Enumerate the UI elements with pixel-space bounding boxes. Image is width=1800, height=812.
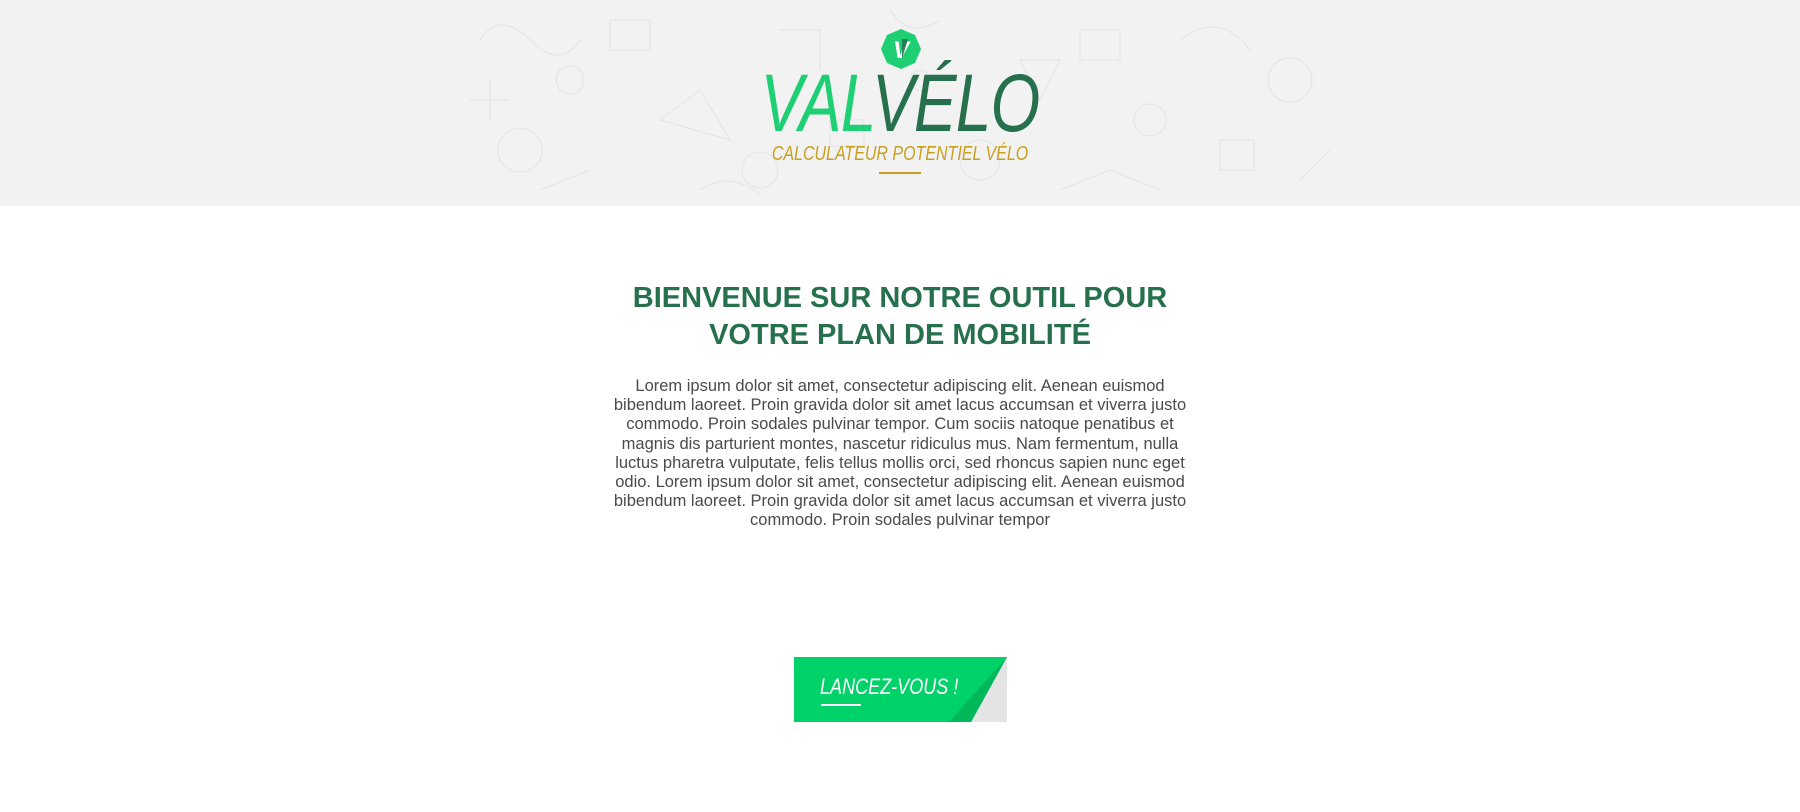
brand-subtitle: CALCULATEUR POTENTIEL VÉLO [771, 143, 1029, 165]
intro-paragraph: Lorem ipsum dolor sit amet, consectetur … [613, 377, 1187, 530]
launch-button-underline [821, 704, 861, 706]
subtitle-divider [879, 172, 921, 174]
page-title-line-1: BIENVENUE SUR NOTRE OUTIL POUR [632, 282, 1168, 314]
landing-page: V VALVÉLO CALCULATEUR POTENTIEL VÉLO BIE… [0, 0, 1800, 812]
launch-button-label: LANCEZ-VOUS ! [820, 674, 959, 699]
page-title-line-2: VOTRE PLAN DE MOBILITÉ [709, 319, 1091, 351]
brand-wordmark[interactable]: VALVÉLO [198, 62, 1602, 146]
launch-button[interactable]: LANCEZ-VOUS ! [794, 657, 1007, 722]
page-title: BIENVENUE SUR NOTRE OUTIL POUR VOTRE PLA… [600, 280, 1200, 354]
brand-part-val: VAL [760, 58, 872, 149]
brand-part-velo: VÉLO [871, 58, 1040, 149]
header-banner: V VALVÉLO CALCULATEUR POTENTIEL VÉLO [0, 0, 1800, 206]
